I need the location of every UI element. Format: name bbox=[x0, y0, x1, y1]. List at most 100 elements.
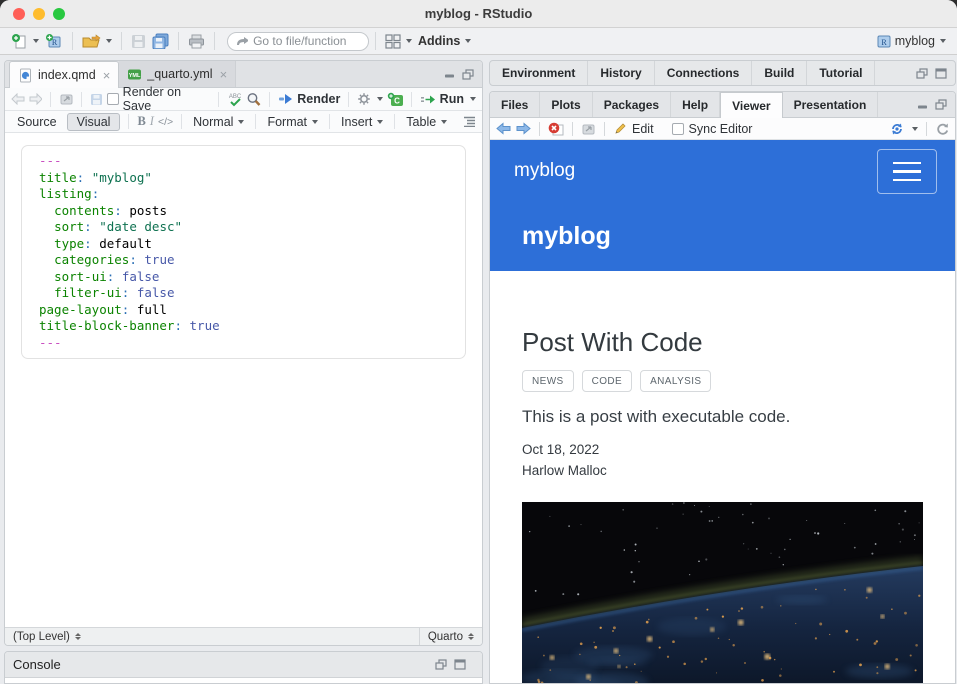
format-dropdown[interactable]: Format bbox=[264, 113, 321, 131]
paragraph-style-dropdown[interactable]: Normal bbox=[190, 113, 247, 131]
run-icon[interactable] bbox=[420, 94, 435, 105]
maximize-pane-icon[interactable] bbox=[454, 659, 466, 670]
editor-tab-index-qmd[interactable]: index.qmd× bbox=[9, 61, 119, 88]
search-icon[interactable] bbox=[246, 92, 260, 107]
source-mode-button[interactable]: Source bbox=[11, 114, 63, 130]
minimize-pane-icon[interactable] bbox=[444, 69, 455, 79]
scope-selector[interactable]: (Top Level) bbox=[5, 631, 419, 643]
outline-toggle-icon[interactable] bbox=[463, 116, 476, 127]
pane-tab-packages[interactable]: Packages bbox=[593, 92, 671, 117]
print-button[interactable] bbox=[185, 32, 208, 51]
clear-viewer-icon[interactable] bbox=[548, 122, 564, 136]
insert-chunk-icon[interactable]: C bbox=[387, 92, 403, 107]
editor-tab-quarto-yml[interactable]: YML_quarto.yml× bbox=[119, 61, 236, 87]
forward-icon[interactable] bbox=[29, 93, 43, 105]
render-label[interactable]: Render bbox=[297, 92, 340, 106]
toolbar-separator bbox=[81, 92, 82, 107]
post-tag-badge[interactable]: ANALYSIS bbox=[640, 370, 711, 392]
pane-tab-presentation[interactable]: Presentation bbox=[783, 92, 879, 117]
open-in-window-icon[interactable] bbox=[581, 123, 596, 135]
goto-file-input[interactable] bbox=[253, 34, 360, 48]
minimize-pane-icon[interactable] bbox=[917, 100, 928, 110]
sync-caret-icon[interactable] bbox=[912, 127, 918, 131]
save-all-button[interactable] bbox=[149, 31, 172, 51]
refresh-icon[interactable] bbox=[935, 122, 949, 136]
restore-pane-icon[interactable] bbox=[435, 659, 447, 670]
toolbar-separator bbox=[128, 114, 129, 129]
project-menu-button[interactable]: R myblog bbox=[873, 32, 949, 51]
addins-label: Addins bbox=[418, 34, 460, 48]
gear-icon[interactable] bbox=[357, 92, 371, 106]
viewer-pane-tabbar: FilesPlotsPackagesHelpViewerPresentation bbox=[490, 92, 955, 118]
toolbar-separator bbox=[604, 122, 605, 136]
pane-layout-button[interactable] bbox=[382, 32, 415, 51]
zoom-window-button[interactable] bbox=[53, 8, 65, 20]
back-icon[interactable] bbox=[11, 93, 25, 105]
sync-publish-icon[interactable] bbox=[889, 122, 905, 136]
hamburger-menu-button[interactable] bbox=[877, 149, 937, 194]
new-file-button[interactable] bbox=[8, 31, 42, 52]
pane-tab-connections[interactable]: Connections bbox=[655, 61, 753, 85]
code-editor[interactable]: ---title: "myblog"listing: contents: pos… bbox=[5, 133, 482, 627]
pane-tab-files[interactable]: Files bbox=[490, 92, 540, 117]
pane-tab-help[interactable]: Help bbox=[671, 92, 720, 117]
viewer-pane: FilesPlotsPackagesHelpViewerPresentation bbox=[489, 91, 956, 684]
run-caret-icon[interactable] bbox=[470, 97, 476, 101]
sync-editor-checkbox[interactable] bbox=[672, 123, 684, 135]
viewer-forward-icon[interactable] bbox=[516, 122, 531, 135]
insert-dropdown[interactable]: Insert bbox=[338, 113, 386, 131]
post-tag-badge[interactable]: CODE bbox=[582, 370, 633, 392]
goto-file-search[interactable] bbox=[227, 32, 369, 51]
bold-button[interactable]: B bbox=[137, 114, 145, 129]
gear-caret-icon[interactable] bbox=[377, 97, 383, 101]
pane-tab-build[interactable]: Build bbox=[752, 61, 807, 85]
pane-tab-plots[interactable]: Plots bbox=[540, 92, 592, 117]
addins-button[interactable]: Addins bbox=[415, 32, 474, 50]
tab-close-icon[interactable]: × bbox=[103, 69, 111, 82]
pane-tab-history[interactable]: History bbox=[588, 61, 654, 85]
pane-tab-tutorial[interactable]: Tutorial bbox=[807, 61, 875, 85]
edit-label[interactable]: Edit bbox=[632, 122, 654, 136]
maximize-pane-icon[interactable] bbox=[462, 69, 474, 80]
open-file-button[interactable] bbox=[79, 32, 115, 51]
project-cube-icon: R bbox=[876, 34, 892, 49]
tab-close-icon[interactable]: × bbox=[220, 68, 228, 81]
toolbar-separator bbox=[572, 122, 573, 136]
table-dropdown[interactable]: Table bbox=[403, 113, 450, 131]
environment-pane-controls bbox=[916, 61, 955, 85]
save-document-icon[interactable] bbox=[90, 93, 103, 106]
visual-mode-button[interactable]: Visual bbox=[67, 113, 121, 131]
yaml-metadata-block[interactable]: ---title: "myblog"listing: contents: pos… bbox=[21, 145, 466, 359]
maximize-pane-icon[interactable] bbox=[935, 68, 947, 79]
save-button[interactable] bbox=[128, 32, 149, 51]
console-body[interactable] bbox=[5, 678, 482, 683]
render-on-save-checkbox[interactable] bbox=[107, 93, 119, 105]
post-tag-badge[interactable]: NEWS bbox=[522, 370, 574, 392]
console-header[interactable]: Console bbox=[5, 652, 482, 678]
restore-pane-icon[interactable] bbox=[916, 68, 928, 79]
open-folder-icon bbox=[82, 34, 101, 49]
edit-pencil-icon[interactable] bbox=[613, 122, 627, 135]
toolbar-separator bbox=[50, 92, 51, 107]
open-in-window-icon[interactable] bbox=[59, 93, 73, 105]
format-label: Format bbox=[267, 115, 307, 129]
viewer-back-icon[interactable] bbox=[496, 122, 511, 135]
navbar-brand[interactable]: myblog bbox=[514, 160, 575, 182]
new-project-button[interactable]: R bbox=[42, 31, 66, 52]
right-column: EnvironmentHistoryConnectionsBuildTutori… bbox=[489, 60, 956, 684]
restore-pane-icon[interactable] bbox=[935, 99, 947, 110]
close-window-button[interactable] bbox=[13, 8, 25, 20]
tab-label: _quarto.yml bbox=[147, 67, 212, 81]
minimize-window-button[interactable] bbox=[33, 8, 45, 20]
inline-code-button[interactable]: </> bbox=[158, 116, 173, 128]
blog-title: myblog bbox=[522, 222, 611, 251]
language-selector[interactable]: Quarto bbox=[419, 628, 482, 645]
format-caret-icon bbox=[312, 120, 318, 124]
italic-button[interactable]: I bbox=[150, 114, 154, 129]
run-label[interactable]: Run bbox=[440, 92, 464, 106]
save-all-icon bbox=[152, 33, 169, 49]
pane-tab-viewer[interactable]: Viewer bbox=[720, 92, 782, 118]
render-icon[interactable] bbox=[278, 93, 293, 105]
pane-tab-environment[interactable]: Environment bbox=[490, 61, 588, 85]
spellcheck-icon[interactable]: ABC bbox=[227, 92, 242, 107]
